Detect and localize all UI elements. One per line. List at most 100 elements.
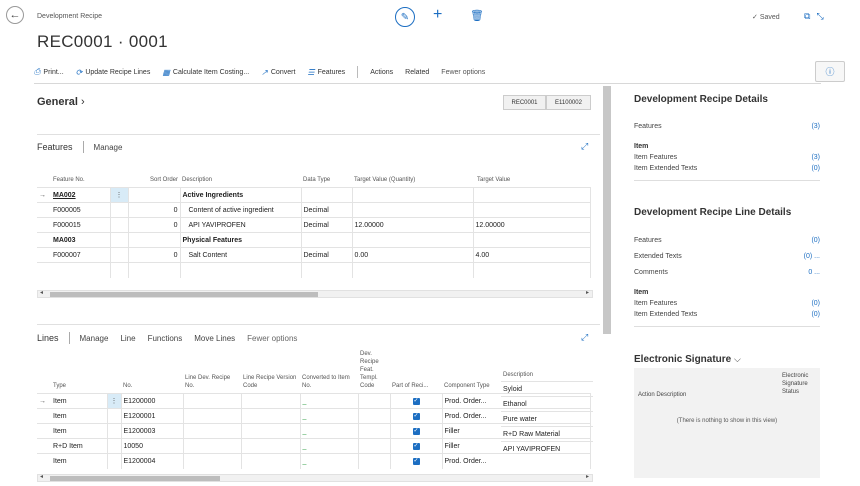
lookup-dash-icon[interactable]: _	[303, 428, 307, 435]
expand-icon[interactable]: ⤢	[581, 332, 588, 343]
general-fasttab[interactable]: General ›	[37, 96, 85, 108]
table-row[interactable]: F000005 0 Content of active ingredient D…	[37, 202, 591, 218]
scroll-thumb[interactable]	[50, 476, 220, 481]
manage-menu[interactable]: Manage	[94, 143, 123, 152]
calculate-item-costing-button[interactable]: ▦ Calculate Item Costing...	[162, 68, 249, 77]
actions-menu[interactable]: Actions	[370, 69, 393, 76]
cell-type[interactable]: Item	[51, 393, 108, 409]
cell-no[interactable]: E1200000	[121, 393, 184, 409]
col-type[interactable]: Type	[51, 350, 107, 394]
checkbox-checked-icon[interactable]: ✓	[412, 443, 420, 450]
cell-description[interactable]: Pure water	[501, 411, 593, 426]
lookup-dash-icon[interactable]: _	[303, 413, 307, 420]
print-button[interactable]: ⎙ Print...	[34, 67, 64, 77]
lines-move-menu[interactable]: Move Lines	[194, 334, 235, 343]
lines-line-menu[interactable]: Line	[120, 334, 135, 343]
features-horizontal-scrollbar[interactable]: ◂ ▸	[37, 290, 593, 298]
cell-type[interactable]	[301, 187, 353, 203]
cell-feature-no[interactable]: F000007	[51, 247, 111, 263]
cell-desc[interactable]: Physical Features	[180, 232, 302, 248]
cell-type[interactable]: Item	[51, 453, 108, 469]
info-pane-button[interactable]: ⓘ	[815, 61, 845, 82]
checkbox-checked-icon[interactable]: ✓	[412, 398, 420, 405]
lookup-dash-icon[interactable]: _	[303, 443, 307, 450]
cell-no[interactable]: E1200004	[121, 453, 184, 469]
line-ext-count[interactable]: (0) ...	[804, 253, 820, 260]
cell-type[interactable]: R+D Item	[51, 438, 108, 454]
lines-horizontal-scrollbar[interactable]: ◂ ▸	[37, 474, 593, 482]
cell-sort[interactable]: 0	[128, 217, 181, 233]
open-new-window-icon[interactable]: ⧉	[804, 11, 816, 21]
col-signature-status[interactable]: Electronic Signature Status	[782, 372, 818, 396]
col-line-dev-recipe[interactable]: Line Dev. Recipe No.	[183, 350, 241, 394]
checkbox-checked-icon[interactable]: ✓	[412, 428, 420, 435]
col-target-qty[interactable]: Target Value (Quantity)	[352, 176, 473, 188]
lines-manage-menu[interactable]: Manage	[80, 334, 109, 343]
cell-description[interactable]: Syloid	[501, 381, 593, 396]
cell-feature-no[interactable]: F000015	[51, 217, 111, 233]
new-button[interactable]: +	[433, 6, 442, 24]
checkbox-checked-icon[interactable]: ✓	[412, 458, 420, 466]
cell-type[interactable]: Decimal	[301, 217, 353, 233]
scroll-thumb[interactable]	[50, 292, 318, 297]
col-sort-order[interactable]: Sort Order	[128, 176, 180, 188]
cell-type[interactable]: Item	[51, 408, 108, 424]
col-feature-no[interactable]: Feature No.	[51, 176, 110, 188]
details-features-count[interactable]: (3)	[811, 123, 820, 130]
cell-desc[interactable]: API YAVIPROFEN	[180, 217, 302, 233]
cell-no[interactable]: E1200003	[121, 423, 184, 439]
col-converted-item[interactable]: Converted to Item No.	[300, 350, 358, 394]
related-menu[interactable]: Related	[405, 69, 429, 76]
col-data-type[interactable]: Data Type	[301, 176, 352, 188]
cell-qty[interactable]	[352, 187, 474, 203]
cell-qty[interactable]: 12.00000	[352, 217, 474, 233]
cell-feature-no[interactable]: F000005	[51, 202, 111, 218]
cell-desc[interactable]: Salt Content	[180, 247, 302, 263]
scroll-right-icon[interactable]: ▸	[586, 289, 589, 296]
checkbox-checked-icon[interactable]: ✓	[412, 413, 420, 420]
line-comments-count[interactable]: 0 ...	[808, 269, 820, 276]
line-item-features-count[interactable]: (0)	[811, 300, 820, 307]
col-target-value[interactable]: Target Value	[473, 176, 590, 188]
cell-qty[interactable]	[352, 232, 474, 248]
cell-description[interactable]: API YAVIPROFEN	[501, 441, 593, 456]
cell-qty[interactable]	[352, 202, 474, 218]
cell-qty[interactable]: 0.00	[352, 247, 474, 263]
details-item-ext-count[interactable]: (0)	[811, 165, 820, 172]
cell-sort[interactable]: 0	[128, 202, 181, 218]
col-line-recipe-version[interactable]: Line Recipe Version Code	[241, 350, 300, 394]
features-button[interactable]: ☰ Features	[307, 68, 345, 77]
cell-description[interactable]: Ethanol	[501, 396, 593, 411]
col-description[interactable]: Description	[501, 350, 593, 381]
cell-no[interactable]: 10050	[121, 438, 184, 454]
cell-val[interactable]	[473, 232, 591, 248]
row-menu-icon[interactable]: ⋮	[107, 393, 122, 409]
line-item-ext-count[interactable]: (0)	[811, 311, 820, 318]
cell-val[interactable]	[473, 202, 591, 218]
fewer-options-button[interactable]: Fewer options	[441, 69, 485, 76]
cell-type[interactable]: Decimal	[301, 247, 353, 263]
scroll-left-icon[interactable]: ◂	[40, 473, 43, 480]
edit-button[interactable]: ✎	[395, 7, 415, 27]
update-recipe-lines-button[interactable]: ⟳ Update Recipe Lines	[76, 68, 151, 77]
col-part-of-recipe[interactable]: Part of Reci...	[390, 350, 442, 394]
table-row[interactable]: F000007 0 Salt Content Decimal 0.00 4.00	[37, 247, 591, 263]
cell-no[interactable]: E1200001	[121, 408, 184, 424]
back-button[interactable]: ←	[6, 6, 24, 24]
cell-desc[interactable]: Content of active ingredient	[180, 202, 302, 218]
cell-sort[interactable]	[128, 232, 181, 248]
lines-fewer-options[interactable]: Fewer options	[247, 334, 297, 343]
col-action-description[interactable]: Action Description	[638, 392, 686, 398]
lines-functions-menu[interactable]: Functions	[148, 334, 183, 343]
scroll-left-icon[interactable]: ◂	[40, 289, 43, 296]
delete-button[interactable]: 🗑	[470, 9, 484, 22]
cell-val[interactable]	[473, 187, 591, 203]
col-no[interactable]: No.	[121, 350, 183, 394]
expand-icon[interactable]: ⤢	[581, 141, 588, 152]
cell-desc[interactable]: Active Ingredients	[180, 187, 302, 203]
cell-val[interactable]: 12.00000	[473, 217, 591, 233]
cell-type[interactable]: Decimal	[301, 202, 353, 218]
cell-val[interactable]: 4.00	[473, 247, 591, 263]
table-row[interactable]: F000015 0 API YAVIPROFEN Decimal 12.0000…	[37, 217, 591, 233]
cell-type[interactable]	[301, 232, 353, 248]
